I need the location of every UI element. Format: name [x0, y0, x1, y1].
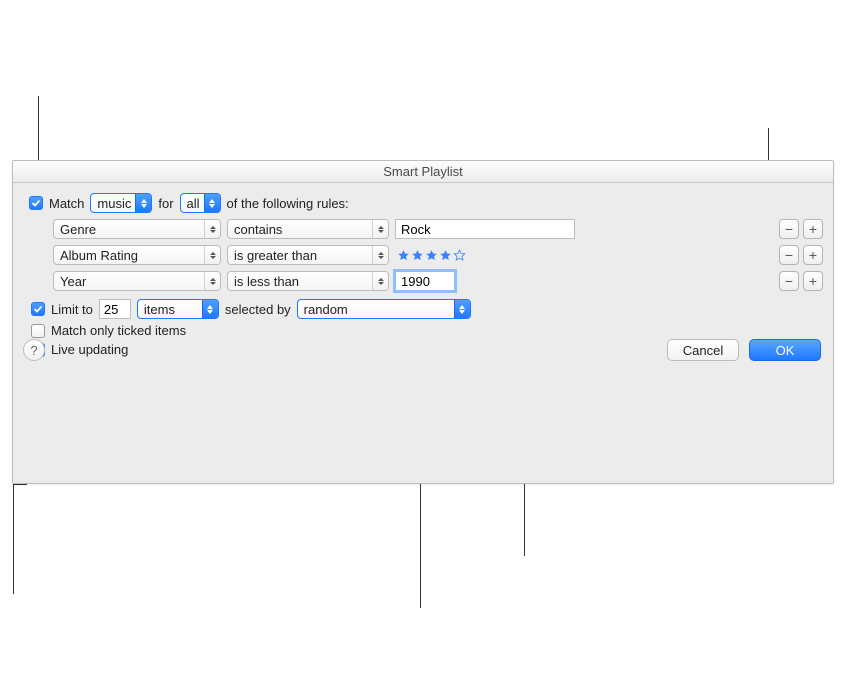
match-checkbox[interactable] [29, 196, 43, 210]
smart-playlist-sheet: Smart Playlist Match music for all of th… [12, 160, 834, 484]
plus-icon: + [809, 247, 817, 263]
chevron-updown-icon [204, 272, 220, 290]
rule-field-select[interactable]: Album Rating [53, 245, 221, 265]
add-rule-button[interactable]: + [803, 219, 823, 239]
callout-line [13, 484, 14, 594]
rule-value-input[interactable] [395, 219, 575, 239]
live-updating-label: Live updating [51, 342, 128, 357]
star-filled-icon [397, 249, 410, 262]
rule-operator-select[interactable]: is greater than [227, 245, 389, 265]
star-empty-icon [453, 249, 466, 262]
rules-list: Genre contains − + Album Rating [53, 219, 823, 291]
chevron-updown-icon [202, 300, 218, 318]
minus-icon: − [785, 273, 793, 289]
help-button[interactable]: ? [23, 339, 45, 361]
limit-count-input[interactable] [99, 299, 131, 319]
rating-stars[interactable] [395, 249, 466, 262]
rule-row: Year is less than − + [53, 271, 823, 291]
chevron-updown-icon [135, 194, 151, 212]
window-title: Smart Playlist [13, 161, 833, 183]
for-label: for [158, 196, 173, 211]
ok-button[interactable]: OK [749, 339, 821, 361]
rule-row: Genre contains − + [53, 219, 823, 239]
cancel-button[interactable]: Cancel [667, 339, 739, 361]
match-row: Match music for all of the following rul… [29, 193, 823, 213]
match-label: Match [49, 196, 84, 211]
star-filled-icon [425, 249, 438, 262]
chevron-updown-icon [454, 300, 470, 318]
match-ticked-row: Match only ticked items [31, 323, 823, 338]
chevron-updown-icon [204, 194, 220, 212]
plus-icon: + [809, 221, 817, 237]
add-rule-button[interactable]: + [803, 271, 823, 291]
question-icon: ? [30, 343, 37, 358]
limit-checkbox[interactable] [31, 302, 45, 316]
match-ticked-label: Match only ticked items [51, 323, 186, 338]
chevron-updown-icon [372, 246, 388, 264]
chevron-updown-icon [372, 272, 388, 290]
callout-line [13, 484, 27, 485]
remove-rule-button[interactable]: − [779, 271, 799, 291]
add-rule-button[interactable]: + [803, 245, 823, 265]
rule-operator-select[interactable]: contains [227, 219, 389, 239]
limit-row: Limit to items selected by random [31, 299, 823, 319]
selected-by-label: selected by [225, 302, 291, 317]
rule-row: Album Rating is greater than − + [53, 245, 823, 265]
star-filled-icon [439, 249, 452, 262]
rule-value-input[interactable] [395, 271, 455, 291]
star-filled-icon [411, 249, 424, 262]
rule-field-select[interactable]: Year [53, 271, 221, 291]
chevron-updown-icon [204, 246, 220, 264]
remove-rule-button[interactable]: − [779, 245, 799, 265]
rules-label: of the following rules: [227, 196, 349, 211]
remove-rule-button[interactable]: − [779, 219, 799, 239]
match-ticked-checkbox[interactable] [31, 324, 45, 338]
rule-operator-select[interactable]: is less than [227, 271, 389, 291]
media-type-select[interactable]: music [90, 193, 152, 213]
minus-icon: − [785, 247, 793, 263]
limit-unit-select[interactable]: items [137, 299, 219, 319]
minus-icon: − [785, 221, 793, 237]
selected-by-select[interactable]: random [297, 299, 471, 319]
any-all-select[interactable]: all [180, 193, 221, 213]
chevron-updown-icon [204, 220, 220, 238]
limit-label: Limit to [51, 302, 93, 317]
plus-icon: + [809, 273, 817, 289]
chevron-updown-icon [372, 220, 388, 238]
rule-field-select[interactable]: Genre [53, 219, 221, 239]
